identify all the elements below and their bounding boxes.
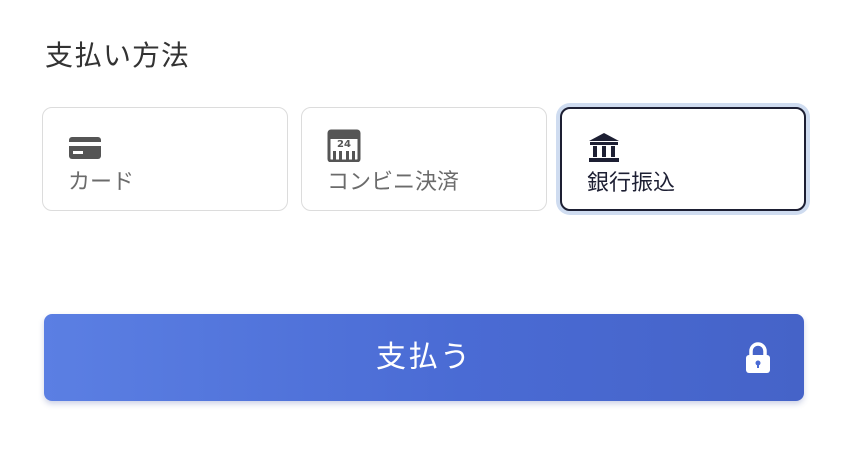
pay-button[interactable]: 支払う — [44, 314, 804, 401]
svg-text:24: 24 — [337, 139, 351, 150]
payment-method-options: カード 24 コンビニ決済 銀行振込 — [42, 107, 806, 211]
method-bank-transfer[interactable]: 銀行振込 — [560, 107, 806, 211]
credit-card-icon — [68, 128, 287, 162]
convenience-store-24-icon: 24 — [327, 128, 546, 162]
bank-icon — [587, 129, 804, 163]
method-bank-transfer-label: 銀行振込 — [587, 171, 676, 196]
method-convenience-store-label: コンビニ決済 — [327, 170, 460, 195]
payment-method-title: 支払い方法 — [45, 39, 191, 72]
method-convenience-store[interactable]: 24 コンビニ決済 — [301, 107, 547, 211]
method-card[interactable]: カード — [42, 107, 288, 211]
lock-icon — [745, 342, 771, 378]
pay-button-label: 支払う — [376, 340, 472, 375]
method-card-label: カード — [68, 170, 135, 195]
